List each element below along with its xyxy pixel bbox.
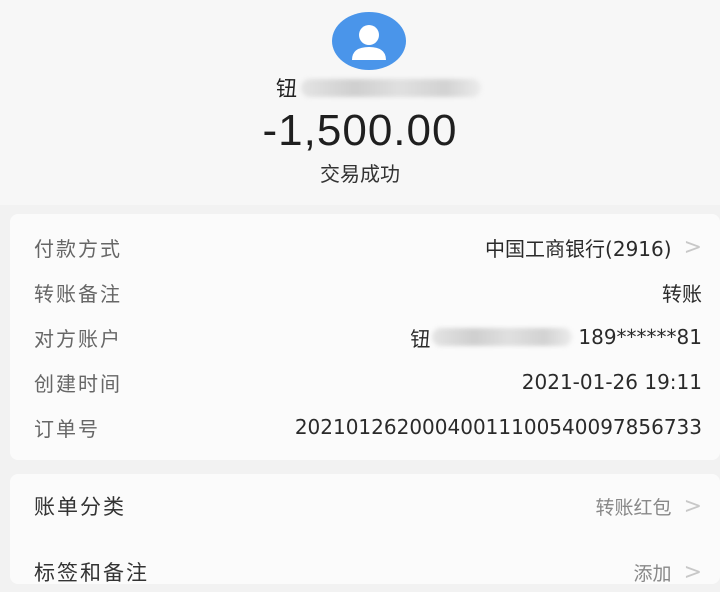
bill-category-label: 账单分类 bbox=[34, 495, 126, 519]
payee-name: 钮 bbox=[276, 72, 481, 104]
detail-row-created-time: 创建时间 2021-01-26 19:11 bbox=[10, 362, 720, 402]
transfer-note-value: 转账 bbox=[662, 281, 702, 306]
transaction-amount: -1,500.00 bbox=[262, 106, 458, 155]
transaction-status: 交易成功 bbox=[320, 162, 400, 186]
detail-label: 付款方式 bbox=[34, 236, 122, 261]
bill-category-value: 转账红包 > bbox=[596, 493, 702, 520]
chevron-right-icon: > bbox=[683, 234, 702, 260]
detail-row-transfer-note: 转账备注 转账 bbox=[10, 272, 720, 312]
order-number-value: 20210126200040011100540097856733 bbox=[294, 415, 702, 439]
transaction-details-card: 付款方式 中国工商银行(2916) > 转账备注 转账 对方账户 钮 189**… bbox=[10, 214, 720, 460]
counterparty-account-value: 钮 189******81 bbox=[410, 323, 702, 352]
payee-name-text: 钮 bbox=[276, 77, 297, 101]
redacted-account-blur bbox=[432, 328, 573, 346]
detail-label: 创建时间 bbox=[34, 371, 122, 396]
detail-row-payment-method[interactable]: 付款方式 中国工商银行(2916) > bbox=[10, 227, 720, 267]
user-avatar-icon[interactable] bbox=[332, 12, 406, 70]
counterparty-name-prefix: 钮 bbox=[410, 326, 431, 351]
bill-category-row[interactable]: 账单分类 转账红包 > bbox=[10, 486, 720, 526]
tags-notes-row[interactable]: 标签和备注 添加 > bbox=[10, 552, 720, 592]
add-tag-text: 添加 bbox=[633, 562, 672, 585]
created-time-value: 2021-01-26 19:11 bbox=[521, 370, 702, 394]
redacted-name-blur bbox=[301, 79, 481, 97]
detail-row-counterparty-account: 对方账户 钮 189******81 bbox=[10, 317, 720, 357]
tags-notes-value: 添加 > bbox=[634, 559, 702, 586]
detail-label: 对方账户 bbox=[34, 326, 122, 351]
detail-label: 转账备注 bbox=[34, 281, 122, 306]
counterparty-account-number: 189******81 bbox=[578, 325, 702, 349]
detail-label: 订单号 bbox=[34, 416, 100, 441]
bill-category-text: 转账红包 bbox=[595, 496, 672, 519]
chevron-right-icon: > bbox=[683, 493, 702, 519]
bill-options-card: 账单分类 转账红包 > 标签和备注 添加 > bbox=[10, 474, 720, 585]
tags-notes-label: 标签和备注 bbox=[34, 561, 149, 585]
payment-method-value: 中国工商银行(2916) bbox=[485, 236, 672, 261]
detail-value: 中国工商银行(2916) > bbox=[485, 233, 702, 262]
chevron-right-icon: > bbox=[683, 559, 702, 585]
detail-row-order-number: 订单号 20210126200040011100540097856733 bbox=[10, 407, 720, 447]
transaction-header: 钮 -1,500.00 交易成功 bbox=[0, 0, 720, 205]
